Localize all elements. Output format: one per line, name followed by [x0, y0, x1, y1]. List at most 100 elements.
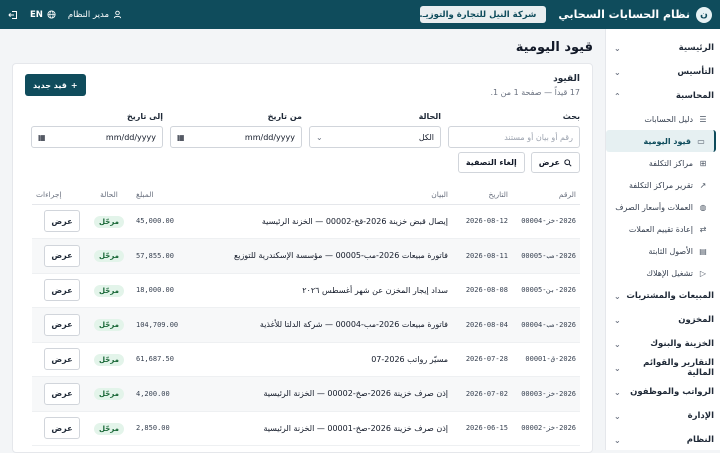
view-entry-button[interactable]: عرض: [44, 313, 80, 336]
nav-sub-label: مراكز التكلفة: [648, 158, 693, 168]
entry-amount: 57,855.00: [132, 238, 212, 274]
swap-icon: ⇄: [699, 224, 707, 234]
sidebar-item-chart-of-accounts[interactable]: ☰ دليل الحسابات: [606, 108, 716, 130]
top-bar: ن نظام الحسابات السحابي شركة النيل للتجا…: [0, 0, 720, 29]
nav-section-sales-purchases[interactable]: المبيعات والمشتريات ⌄: [606, 284, 720, 308]
nav-section-home[interactable]: الرئيسية ⌄: [606, 36, 720, 60]
calendar-icon: ▦: [38, 132, 46, 142]
status-select[interactable]: الكل ⌄: [309, 126, 441, 148]
nav-section-setup[interactable]: التأسيس ⌄: [606, 60, 720, 84]
entry-description: فاتورة مبيعات 2026-مب-00005 — مؤسسة الإس…: [212, 238, 452, 274]
view-entry-button[interactable]: عرض: [44, 348, 80, 371]
entry-number: 2026-مب-00004: [512, 307, 580, 343]
view-entry-button[interactable]: عرض: [44, 244, 80, 267]
table-row[interactable]: 2026-ق-00001 2026-07-28 مسيّر رواتب 2026-0…: [32, 342, 580, 377]
app-name: نظام الحسابات السحابي: [558, 8, 690, 21]
table-row[interactable]: 2026-خز-00003 2026-07-02 إذن صرف خزينة 202…: [32, 376, 580, 412]
main-content: قيود اليومية القيود 17 قيداً — صفحة 1 من…: [0, 29, 605, 453]
entry-date: 2026-07-02: [452, 376, 512, 412]
table-row[interactable]: 2026-مب-00004 2026-08-04 فاتورة مبيعات 202…: [32, 307, 580, 343]
nav-section-payroll[interactable]: الرواتب والموظفون ⌄: [606, 380, 720, 404]
entry-amount: 104,709.00: [132, 307, 212, 343]
nav-sub-label: دليل الحسابات: [644, 114, 693, 124]
nav-label: النظام: [686, 435, 714, 445]
to-date-placeholder: mm/dd/yyyy: [105, 132, 156, 142]
entry-amount: 2,850.00: [132, 411, 212, 446]
to-date-label: إلى تاريخ: [126, 112, 163, 121]
sidebar-item-cost-centers[interactable]: ⊞ مراكز التكلفة: [606, 152, 716, 174]
user-menu[interactable]: مدير النظام: [68, 10, 122, 20]
company-selector[interactable]: شركة النيل للتجارة والتوزيـ...: [420, 6, 547, 23]
nav-section-reports[interactable]: التقارير والقوائم المالية ⌄: [606, 356, 720, 380]
entry-amount: 61,687.50: [132, 342, 212, 377]
entry-actions: عرض: [32, 376, 86, 412]
entry-number: 2026-مب-00005: [512, 238, 580, 274]
brand[interactable]: ن نظام الحسابات السحابي: [558, 6, 712, 23]
nav-label: التقارير والقوائم المالية: [643, 358, 714, 378]
entry-date: 2026-06-15: [452, 411, 512, 446]
sidebar-item-cost-center-report[interactable]: ↗ تقرير مراكز التكلفة: [606, 174, 716, 196]
sidebar-item-depreciation[interactable]: ▷ تشغيل الإهلاك: [606, 262, 716, 284]
status-badge: مرحّل: [94, 353, 124, 366]
entry-description: مسيّر رواتب 2026-07: [212, 342, 452, 377]
nav-sub-label: العملات وأسعار الصرف: [615, 202, 693, 212]
sidebar-item-fixed-assets[interactable]: ▤ الأصول الثابتة: [606, 240, 716, 262]
grid-icon: ⊞: [699, 158, 707, 168]
from-date-input[interactable]: mm/dd/yyyy ▦: [170, 126, 302, 148]
nav-section-system[interactable]: النظام ⌄: [606, 428, 720, 452]
chevron-down-icon: ⌄: [614, 411, 621, 421]
search-input[interactable]: رقم أو بيان أو مستند: [448, 126, 580, 148]
status-badge: مرحّل: [94, 388, 124, 401]
clear-filter-button[interactable]: إلغاء التصفية: [457, 152, 525, 173]
table-row[interactable]: 2026-خز-00004 2026-08-12 إيصال قبض خزينة 2…: [32, 204, 580, 239]
logout-button[interactable]: [8, 10, 18, 20]
nav-sub-label: الأصول الثابتة: [648, 246, 693, 256]
entry-actions: عرض: [32, 342, 86, 377]
entry-amount: 45,000.00: [132, 204, 212, 239]
entry-actions: عرض: [32, 307, 86, 343]
logout-icon: [8, 10, 17, 19]
nav-section-accounting[interactable]: المحاسبة ⌃: [606, 84, 720, 108]
nav-label: الإدارة: [687, 411, 714, 421]
card-title: القيود: [553, 74, 580, 84]
to-date-input[interactable]: mm/dd/yyyy ▦: [31, 126, 163, 148]
col-date: التاريخ: [452, 186, 512, 205]
entry-date: 2026-08-12: [452, 204, 512, 239]
search-icon: [564, 158, 572, 167]
chevron-down-icon: ⌄: [614, 315, 621, 325]
nav-section-treasury[interactable]: الخزينة والبنوك ⌄: [606, 332, 720, 356]
new-entry-label: قيد جديد: [33, 80, 67, 90]
play-icon: ▷: [699, 268, 707, 278]
view-entry-button[interactable]: عرض: [44, 279, 80, 302]
entry-date: 2026-07-28: [452, 342, 512, 377]
show-button[interactable]: عرض: [530, 152, 580, 173]
chevron-down-icon: ⌄: [614, 339, 621, 349]
table-row[interactable]: 2026-مب-00005 2026-08-11 فاتورة مبيعات 202…: [32, 238, 580, 274]
entry-actions: عرض: [32, 411, 86, 446]
table-row[interactable]: 2026-بن-00005 2026-08-08 سداد إيجار المخزن…: [32, 273, 580, 308]
view-entry-button[interactable]: عرض: [44, 210, 80, 233]
sidebar-item-currencies[interactable]: ◍ العملات وأسعار الصرف: [606, 196, 716, 218]
from-date-placeholder: mm/dd/yyyy: [244, 132, 295, 142]
sidebar-item-revaluation[interactable]: ⇄ إعادة تقييم العملات: [606, 218, 716, 240]
table-row[interactable]: 2026-خز-00002 2026-06-15 إذن صرف خزينة 202…: [32, 411, 580, 446]
nav-section-inventory[interactable]: المخزون ⌄: [606, 308, 720, 332]
search-label: بحث: [562, 112, 580, 121]
entry-actions: عرض: [32, 273, 86, 308]
nav-label: المخزون: [678, 315, 714, 325]
chevron-down-icon: ⌄: [614, 43, 621, 53]
view-entry-button[interactable]: عرض: [44, 417, 80, 440]
plus-icon: +: [70, 80, 78, 90]
new-entry-button[interactable]: + قيد جديد: [25, 74, 86, 96]
view-entry-button[interactable]: عرض: [44, 382, 80, 405]
sidebar-item-journal-entries[interactable]: ▭ قيود اليومية: [606, 130, 716, 152]
language-toggle[interactable]: EN: [30, 10, 56, 20]
status-badge: مرحّل: [94, 319, 124, 332]
entry-status-cell: مرحّل: [86, 273, 132, 308]
entry-description: إذن صرف خزينة 2026-صخ-00002 — الخزنة الر…: [212, 376, 452, 412]
list-icon: ☰: [699, 114, 707, 124]
nav-section-admin[interactable]: الإدارة ⌄: [606, 404, 720, 428]
nav-label: المحاسبة: [675, 91, 714, 101]
calendar-icon: ▦: [177, 132, 185, 142]
language-label: EN: [30, 9, 43, 20]
